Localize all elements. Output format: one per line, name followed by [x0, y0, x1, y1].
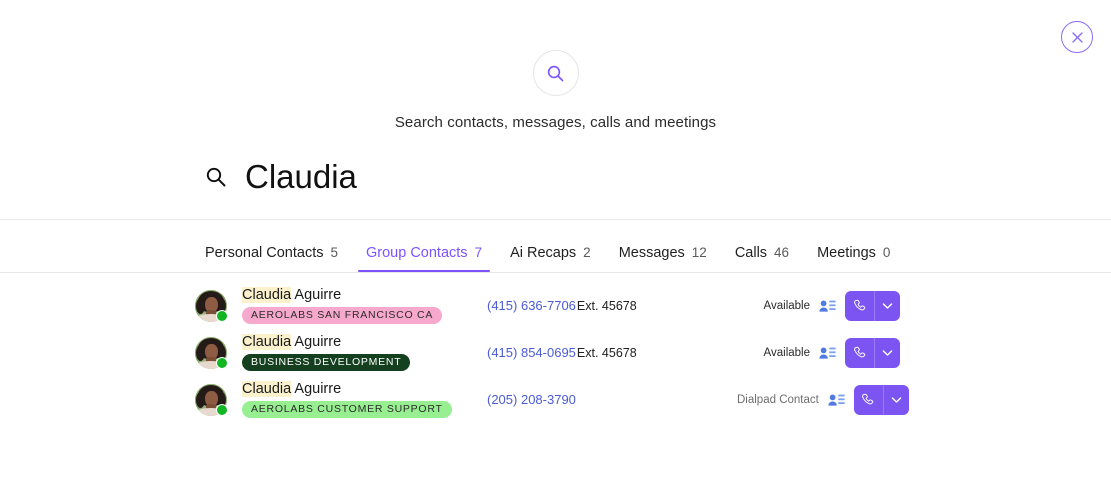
contact-phone: (415) 636-7706Ext. 45678 [487, 298, 737, 313]
phone-icon[interactable] [854, 385, 883, 415]
contact-row[interactable]: Claudia Aguirre AEROLABS SAN FRANCISCO CA… [0, 282, 1111, 329]
phone-extension: Ext. 45678 [576, 299, 637, 313]
tab-count: 2 [583, 245, 591, 260]
phone-number-link[interactable]: (415) 854-0695 [487, 345, 576, 360]
tab-label: Calls [734, 245, 768, 261]
contact-name: Claudia Aguirre [242, 333, 487, 351]
tab-count: 7 [474, 245, 483, 260]
chevron-down-icon[interactable] [875, 291, 900, 321]
contact-name: Claudia Aguirre [242, 380, 487, 398]
contact-name: Claudia Aguirre [242, 286, 487, 304]
contact-name-match: Claudia [242, 380, 292, 397]
phone-icon[interactable] [845, 291, 874, 321]
tab-ai-recaps[interactable]: Ai Recaps 2 [496, 245, 605, 272]
tab-label: Group Contacts [366, 245, 468, 261]
contact-row[interactable]: Claudia Aguirre AEROLABS CUSTOMER SUPPORT… [0, 376, 1111, 423]
call-button[interactable] [845, 290, 900, 321]
call-button[interactable] [845, 337, 900, 368]
close-icon [1071, 31, 1083, 43]
contact-name-match: Claudia [242, 333, 292, 350]
tab-count: 12 [691, 245, 707, 260]
tab-personal-contacts[interactable]: Personal Contacts 5 [205, 245, 352, 272]
contact-actions: Dialpad Contact [737, 384, 909, 415]
phone-number-link[interactable]: (205) 208-3790 [487, 392, 576, 407]
presence-label: Available [763, 299, 810, 312]
contact-name-rest: Aguirre [291, 380, 342, 397]
contact-group-tag: AEROLABS CUSTOMER SUPPORT [242, 400, 452, 419]
contact-identity: Claudia Aguirre AEROLABS CUSTOMER SUPPORT [242, 380, 487, 419]
contact-actions: Available [763, 290, 900, 321]
presence-status-dot [216, 356, 228, 369]
search-query-row[interactable]: Claudia [0, 160, 1111, 193]
search-button[interactable] [532, 50, 579, 96]
contact-actions: Available [763, 337, 900, 368]
search-input[interactable]: Claudia [245, 160, 357, 193]
contact-name-rest: Aguirre [291, 333, 342, 350]
tab-label: Personal Contacts [205, 245, 324, 261]
tab-label: Messages [618, 245, 685, 261]
contact-phone: (205) 208-3790 [487, 392, 737, 407]
search-icon [206, 167, 226, 186]
avatar [195, 336, 228, 369]
call-button[interactable] [853, 384, 909, 415]
contact-group-tag: BUSINESS DEVELOPMENT [242, 353, 411, 372]
search-subtitle: Search contacts, messages, calls and mee… [394, 114, 717, 131]
tab-label: Meetings [817, 245, 876, 261]
contact-card-icon[interactable] [828, 393, 845, 407]
contact-name-rest: Aguirre [291, 286, 342, 303]
contact-phone: (415) 854-0695Ext. 45678 [487, 345, 737, 360]
contact-name-match: Claudia [242, 286, 292, 303]
avatar [195, 383, 228, 416]
tab-count: 0 [882, 245, 891, 260]
tab-calls[interactable]: Calls 46 [721, 245, 803, 272]
phone-icon[interactable] [845, 338, 874, 368]
results-tabbar: Personal Contacts 5 Group Contacts 7 Ai Reca… [0, 220, 1111, 272]
presence-label: Available [763, 346, 810, 359]
tab-count: 46 [774, 245, 790, 260]
presence-status-dot [216, 403, 228, 416]
tab-count: 5 [330, 245, 338, 260]
chevron-down-icon[interactable] [884, 385, 909, 415]
contact-row[interactable]: Claudia Aguirre BUSINESS DEVELOPMENT (415)… [0, 329, 1111, 376]
chevron-down-icon[interactable] [875, 338, 900, 368]
tab-label: Ai Recaps [510, 245, 577, 261]
presence-status-dot [216, 309, 228, 322]
contact-identity: Claudia Aguirre AEROLABS SAN FRANCISCO CA [242, 286, 487, 325]
contact-card-icon[interactable] [819, 299, 836, 313]
close-button[interactable] [1061, 21, 1093, 53]
results-list: Claudia Aguirre AEROLABS SAN FRANCISCO CA… [0, 273, 1111, 423]
presence-label: Dialpad Contact [737, 393, 819, 406]
tab-messages[interactable]: Messages 12 [605, 245, 721, 272]
phone-number-link[interactable]: (415) 636-7706 [487, 298, 576, 313]
search-icon [547, 65, 564, 81]
phone-extension: Ext. 45678 [576, 346, 637, 360]
contact-card-icon[interactable] [819, 346, 836, 360]
contact-identity: Claudia Aguirre BUSINESS DEVELOPMENT [242, 333, 487, 372]
tab-meetings[interactable]: Meetings 0 [803, 245, 904, 272]
search-hero: Search contacts, messages, calls and mee… [0, 0, 1111, 131]
contact-group-tag: AEROLABS SAN FRANCISCO CA [242, 306, 443, 325]
avatar [195, 289, 228, 322]
tab-group-contacts[interactable]: Group Contacts 7 [352, 245, 496, 272]
